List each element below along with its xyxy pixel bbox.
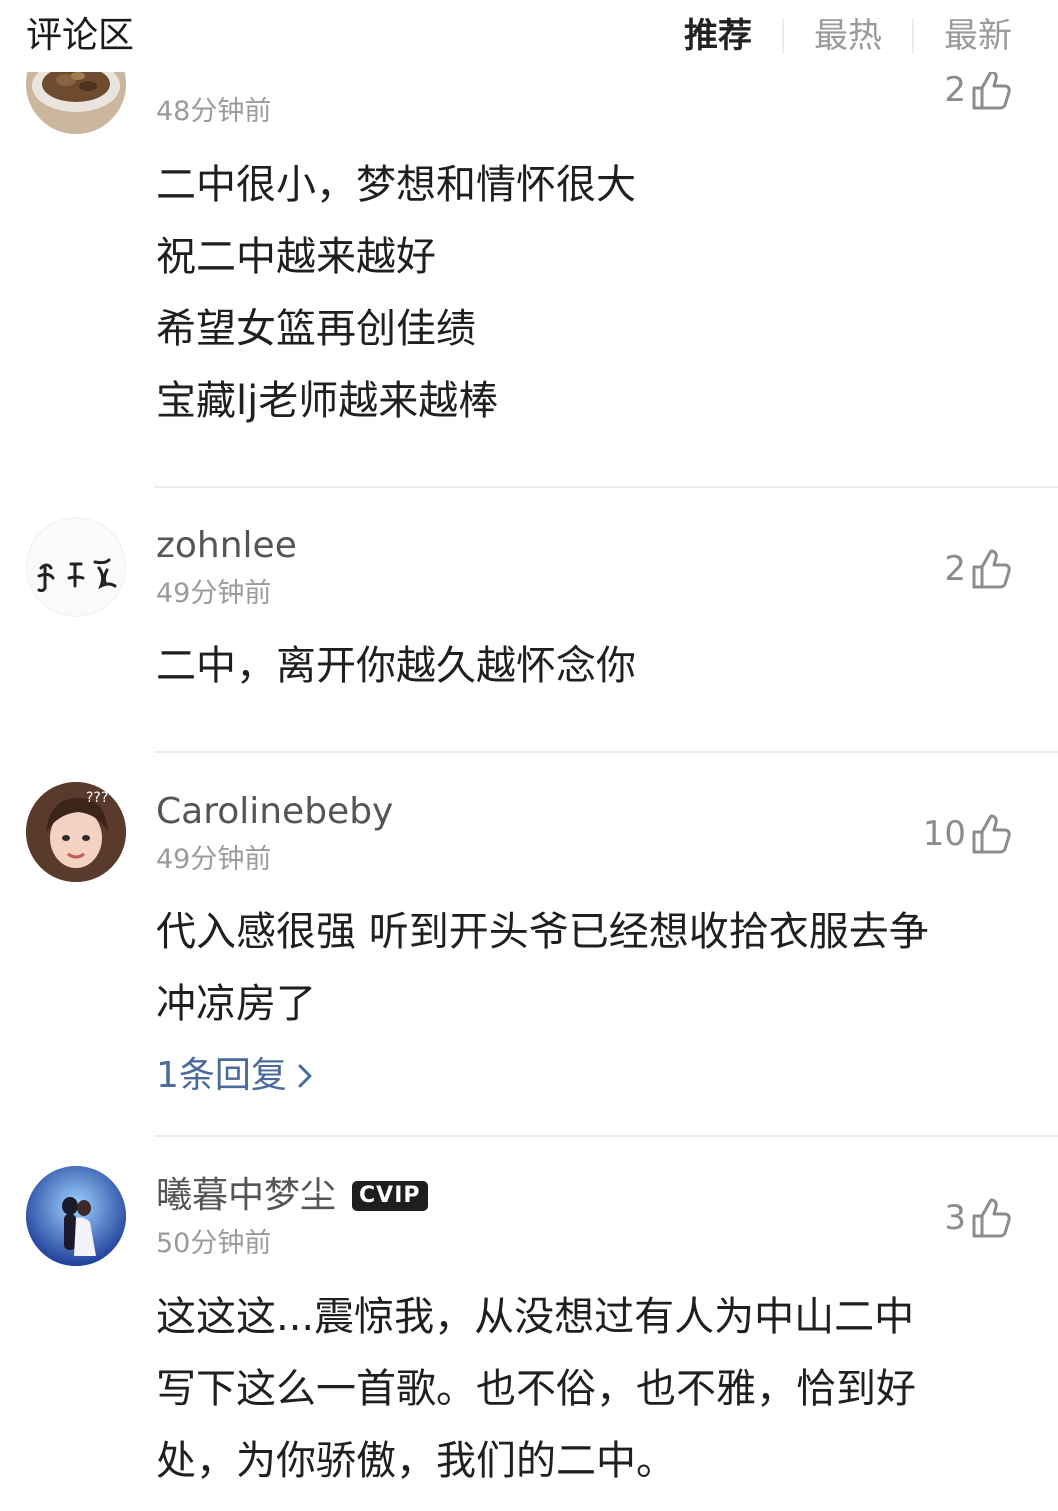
like-button[interactable]: 2 — [944, 545, 1012, 593]
like-count: 2 — [944, 70, 966, 110]
profile-photo-avatar-icon: ??? — [26, 782, 126, 882]
username[interactable]: zohnlee — [156, 523, 297, 569]
comment-time: 48分钟前 — [156, 96, 272, 127]
comment-line: 二中很小，梦想和情怀很大 — [156, 162, 636, 208]
thumbs-up-icon — [972, 1198, 1011, 1238]
user-avatar[interactable] — [26, 1166, 126, 1266]
couple-photo-avatar-icon — [26, 1166, 126, 1266]
vip-badge: CVIP — [352, 1181, 428, 1211]
avatar-overlay-text: ??? — [86, 790, 108, 806]
reply-count-label: 1条回复 — [156, 1055, 287, 1096]
like-count: 10 — [922, 814, 966, 854]
comment-line: 写下这么一首歌。也不俗，也不雅，恰到好 — [156, 1366, 916, 1412]
calligraphy-avatar-icon — [37, 558, 117, 593]
thumbs-up-icon — [972, 549, 1011, 589]
comment-content: 代入感很强 听到开头爷已经想收拾衣服去争 冲凉房了 — [156, 896, 1016, 1040]
like-button[interactable]: 3 — [944, 1194, 1012, 1242]
tab-newest[interactable]: 最新 — [944, 12, 1012, 60]
comment-content: 二中很小，梦想和情怀很大 祝二中越来越好 希望女篮再创佳绩 宝藏lj老师越来越棒 — [156, 149, 1016, 437]
comment-divider — [154, 1135, 1058, 1137]
comment-time: 49分钟前 — [156, 844, 272, 875]
like-count: 3 — [944, 1198, 966, 1238]
thumbs-up-icon — [972, 70, 1011, 110]
like-count: 2 — [944, 549, 966, 589]
user-avatar[interactable]: ??? — [26, 782, 126, 882]
comment-line: 希望女篮再创佳绩 — [156, 306, 476, 352]
username[interactable]: 曦暮中梦尘 — [156, 1173, 336, 1219]
user-avatar[interactable] — [26, 517, 126, 617]
tab-divider — [912, 19, 914, 53]
like-button[interactable]: 2 — [944, 66, 1012, 114]
tab-divider — [782, 19, 784, 53]
comment-time: 49分钟前 — [156, 578, 272, 609]
page-title: 评论区 — [26, 15, 135, 56]
comment-line: 代入感很强 听到开头爷已经想收拾衣服去争 — [156, 909, 929, 955]
comment-time: 50分钟前 — [156, 1228, 272, 1259]
comment-content: 这这这...震惊我，从没想过有人为中山二中 写下这么一首歌。也不俗，也不雅，恰到… — [156, 1281, 1016, 1497]
sort-tabs: 推荐 最热 最新 — [684, 12, 1012, 60]
comment-line: 冲凉房了 — [156, 981, 316, 1027]
comment-line: 处，为你骄傲，我们的二中。 — [156, 1438, 676, 1484]
comment-divider — [154, 751, 1058, 753]
view-replies-link[interactable]: 1条回复 — [156, 1052, 315, 1100]
tab-recommended[interactable]: 推荐 — [684, 12, 752, 60]
like-button[interactable]: 10 — [923, 810, 1012, 858]
comment-line: 祝二中越来越好 — [156, 234, 436, 280]
chevron-right-icon — [298, 1064, 312, 1088]
tab-hottest[interactable]: 最热 — [814, 12, 882, 60]
comment-content: 二中，离开你越久越怀念你 — [156, 630, 1016, 702]
user-name-row: 曦暮中梦尘 CVIP — [156, 1173, 428, 1219]
comment-line: 宝藏lj老师越来越棒 — [156, 378, 499, 424]
comment-divider — [154, 486, 1058, 488]
user-name-row: zohnlee — [156, 523, 297, 569]
comment-line: 这这这...震惊我，从没想过有人为中山二中 — [156, 1294, 915, 1340]
thumbs-up-icon — [972, 814, 1011, 854]
comment-line: 二中，离开你越久越怀念你 — [156, 643, 636, 689]
user-name-row: Carolinebeby — [156, 789, 393, 835]
username[interactable]: Carolinebeby — [156, 789, 393, 835]
comment-header: 评论区 推荐 最热 最新 — [0, 0, 1058, 72]
